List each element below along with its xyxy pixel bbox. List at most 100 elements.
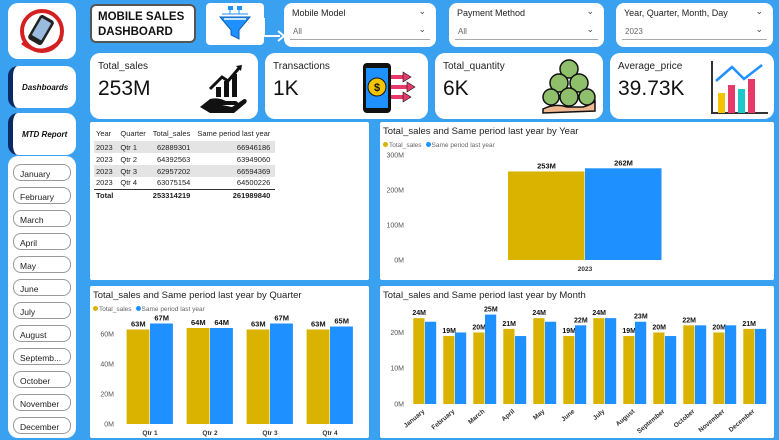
column-header-same-period[interactable]: Same period last year (195, 127, 275, 141)
table-cell: 64500226 (236, 178, 271, 188)
chevron-down-icon[interactable]: ⌄ (418, 24, 426, 35)
month-button-august[interactable]: August (13, 325, 71, 342)
chart-bar[interactable] (695, 325, 707, 404)
kpi-total-quantity-value: 6K (443, 77, 469, 100)
chevron-down-icon[interactable]: ⌄ (586, 6, 594, 17)
chevron-down-icon[interactable]: ⌄ (418, 6, 426, 17)
chart-bar[interactable] (150, 323, 173, 425)
data-label: 63M (251, 320, 266, 329)
chart-bar[interactable] (503, 328, 515, 404)
chevron-down-icon[interactable]: ⌄ (586, 24, 594, 35)
money-bags-hand-icon (542, 59, 596, 114)
table-row: 2023 Qtr 3 62957202 66594369 (94, 165, 276, 177)
month-button-february[interactable]: February (13, 187, 71, 204)
chart-bar[interactable] (575, 325, 587, 404)
nav-dashboards-label: Dashboards (22, 82, 69, 92)
slicer-payment-method-dropdown[interactable]: All ⌄ (455, 23, 598, 40)
table-cell: 64392563 (156, 154, 191, 164)
chart-bar[interactable] (545, 321, 557, 404)
y-tick-label: 0M (394, 402, 404, 409)
data-label: 19M (622, 328, 636, 335)
y-tick-label: 100M (386, 223, 404, 230)
chart-bar[interactable] (725, 325, 737, 404)
chart-bar[interactable] (665, 336, 677, 404)
chart-bar[interactable] (186, 328, 210, 424)
column-header-year[interactable]: Year (94, 127, 118, 141)
chart-bar[interactable] (635, 321, 647, 404)
month-button-april[interactable]: April (13, 233, 71, 250)
chart-bar[interactable] (443, 336, 455, 404)
chart-bar[interactable] (485, 314, 497, 404)
nav-mtd-report-button[interactable]: MTD Report (8, 113, 76, 155)
slicer-date-hierarchy-dropdown[interactable]: 2023 ⌄ (622, 23, 767, 40)
title-line-2: DASHBOARD (98, 26, 173, 38)
table-cell (118, 188, 151, 201)
slicer-mobile-model-dropdown[interactable]: All ⌄ (290, 23, 430, 40)
month-button-may[interactable]: May (13, 256, 71, 273)
month-button-october[interactable]: October (13, 371, 71, 388)
chart-bar[interactable] (306, 329, 330, 425)
data-label: 262M (614, 158, 633, 167)
data-label: 67M (274, 314, 289, 323)
nav-mtd-report-label: MTD Report (22, 129, 68, 139)
data-label: 22M (682, 317, 696, 324)
chart-bar[interactable] (593, 318, 605, 404)
x-tick-label: April (500, 408, 516, 423)
nav-dashboards-button[interactable]: Dashboards (8, 66, 76, 108)
chart-bar[interactable] (413, 318, 425, 404)
chart-bar[interactable] (563, 336, 575, 404)
chart-bar[interactable] (473, 332, 485, 404)
chart-bar[interactable] (246, 329, 270, 425)
dashboard-title: MOBILE SALES DASHBOARD (90, 4, 196, 43)
chart-bar[interactable] (743, 328, 755, 404)
table-cell: 2023 (96, 154, 113, 164)
chevron-down-icon[interactable]: ⌄ (755, 24, 763, 35)
chart-bar[interactable] (533, 318, 545, 404)
chart-bar[interactable] (210, 328, 233, 424)
month-button-january[interactable]: January (13, 164, 71, 181)
month-button-september[interactable]: Septemb... (13, 348, 71, 365)
slicer-date-hierarchy[interactable]: Year, Quarter, Month, Day ⌄ 2023 ⌄ (616, 3, 773, 47)
chart-bar[interactable] (713, 332, 725, 404)
slicer-payment-method-label: Payment Method (457, 8, 526, 18)
month-button-july[interactable]: July (13, 302, 71, 319)
chart-bar[interactable] (455, 332, 467, 404)
month-button-march[interactable]: March (13, 210, 71, 227)
column-header-total-sales[interactable]: Total_sales (151, 127, 196, 141)
data-label: 21M (742, 321, 756, 328)
chart-bar[interactable] (270, 323, 293, 425)
table-cell: 253314219 (150, 188, 196, 201)
chart-bar[interactable] (683, 325, 695, 404)
mobile-phone-logo-icon (20, 9, 64, 53)
table-row: 2023 Qtr 4 63075154 64500226 (94, 177, 275, 189)
month-button-november[interactable]: November (13, 394, 71, 411)
chart-bar[interactable] (126, 329, 150, 425)
month-button-june[interactable]: June (13, 279, 71, 296)
funnel-flowchart-icon (218, 6, 252, 40)
data-label: 65M (334, 317, 349, 326)
x-tick-label: August (615, 408, 637, 428)
chart-bar[interactable] (508, 171, 585, 260)
chevron-down-icon[interactable]: ⌄ (755, 6, 763, 17)
y-tick-label: 60M (100, 332, 114, 339)
data-label: 21M (502, 321, 516, 328)
chart-bar[interactable] (653, 332, 665, 404)
kpi-average-price-value: 39.73K (618, 77, 685, 100)
column-header-quarter[interactable]: Quarter (118, 127, 150, 141)
y-tick-label: 300M (386, 153, 404, 160)
slicer-mobile-model[interactable]: Mobile Model ⌄ All ⌄ (284, 3, 436, 47)
chart-bar[interactable] (623, 336, 635, 404)
chart-bar[interactable] (330, 326, 353, 425)
chart-year-plot: 0M 100M 200M 300M 253M 262M 2023 (386, 153, 662, 273)
month-button-december[interactable]: December (13, 417, 71, 434)
slicer-date-hierarchy-label: Year, Quarter, Month, Day (624, 8, 728, 18)
chart-bar[interactable] (585, 168, 662, 260)
chart-bar[interactable] (755, 328, 767, 404)
x-tick-label: November (697, 408, 726, 434)
data-label: 20M (472, 324, 486, 331)
chart-bar[interactable] (605, 318, 617, 404)
chart-bar[interactable] (425, 321, 437, 404)
data-label: 25M (484, 307, 498, 314)
slicer-payment-method[interactable]: Payment Method ⌄ All ⌄ (449, 3, 604, 47)
chart-bar[interactable] (515, 336, 527, 404)
